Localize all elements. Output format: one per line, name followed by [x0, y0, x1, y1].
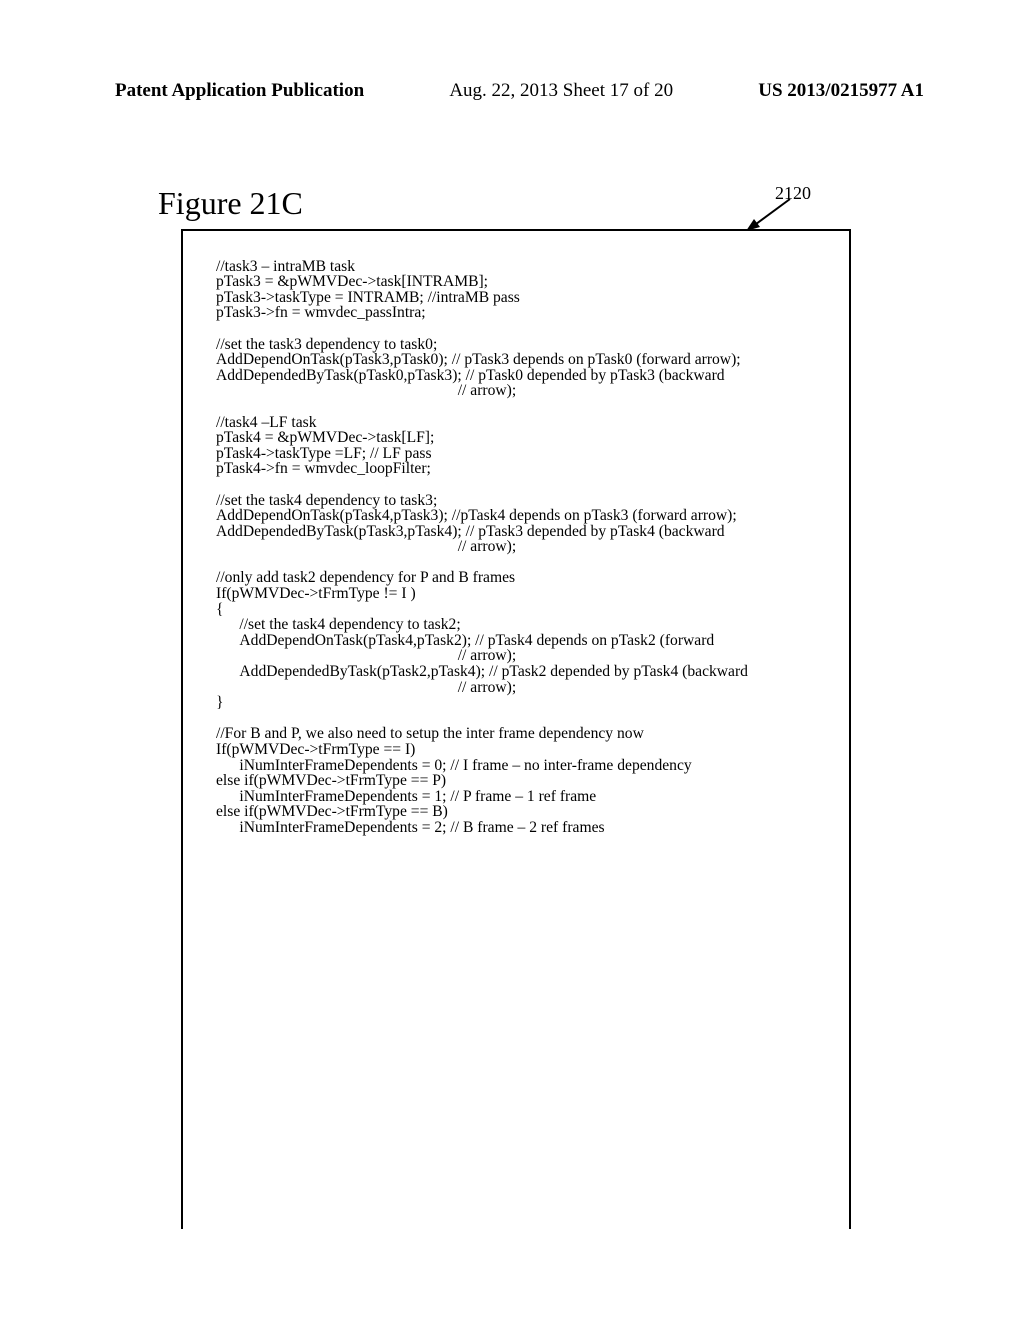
- arrow-icon: [740, 193, 810, 233]
- page-root: Patent Application Publication Aug. 22, …: [0, 0, 1024, 1320]
- header-patent-number: US 2013/0215977 A1: [758, 80, 924, 102]
- header-date-sheet: Aug. 22, 2013 Sheet 17 of 20: [449, 80, 673, 102]
- figure-title: Figure 21C: [158, 185, 303, 222]
- code-listing: //task3 – intraMB task pTask3 = &pWMVDec…: [216, 259, 826, 836]
- page-header: Patent Application Publication Aug. 22, …: [115, 80, 924, 102]
- header-publication: Patent Application Publication: [115, 80, 364, 102]
